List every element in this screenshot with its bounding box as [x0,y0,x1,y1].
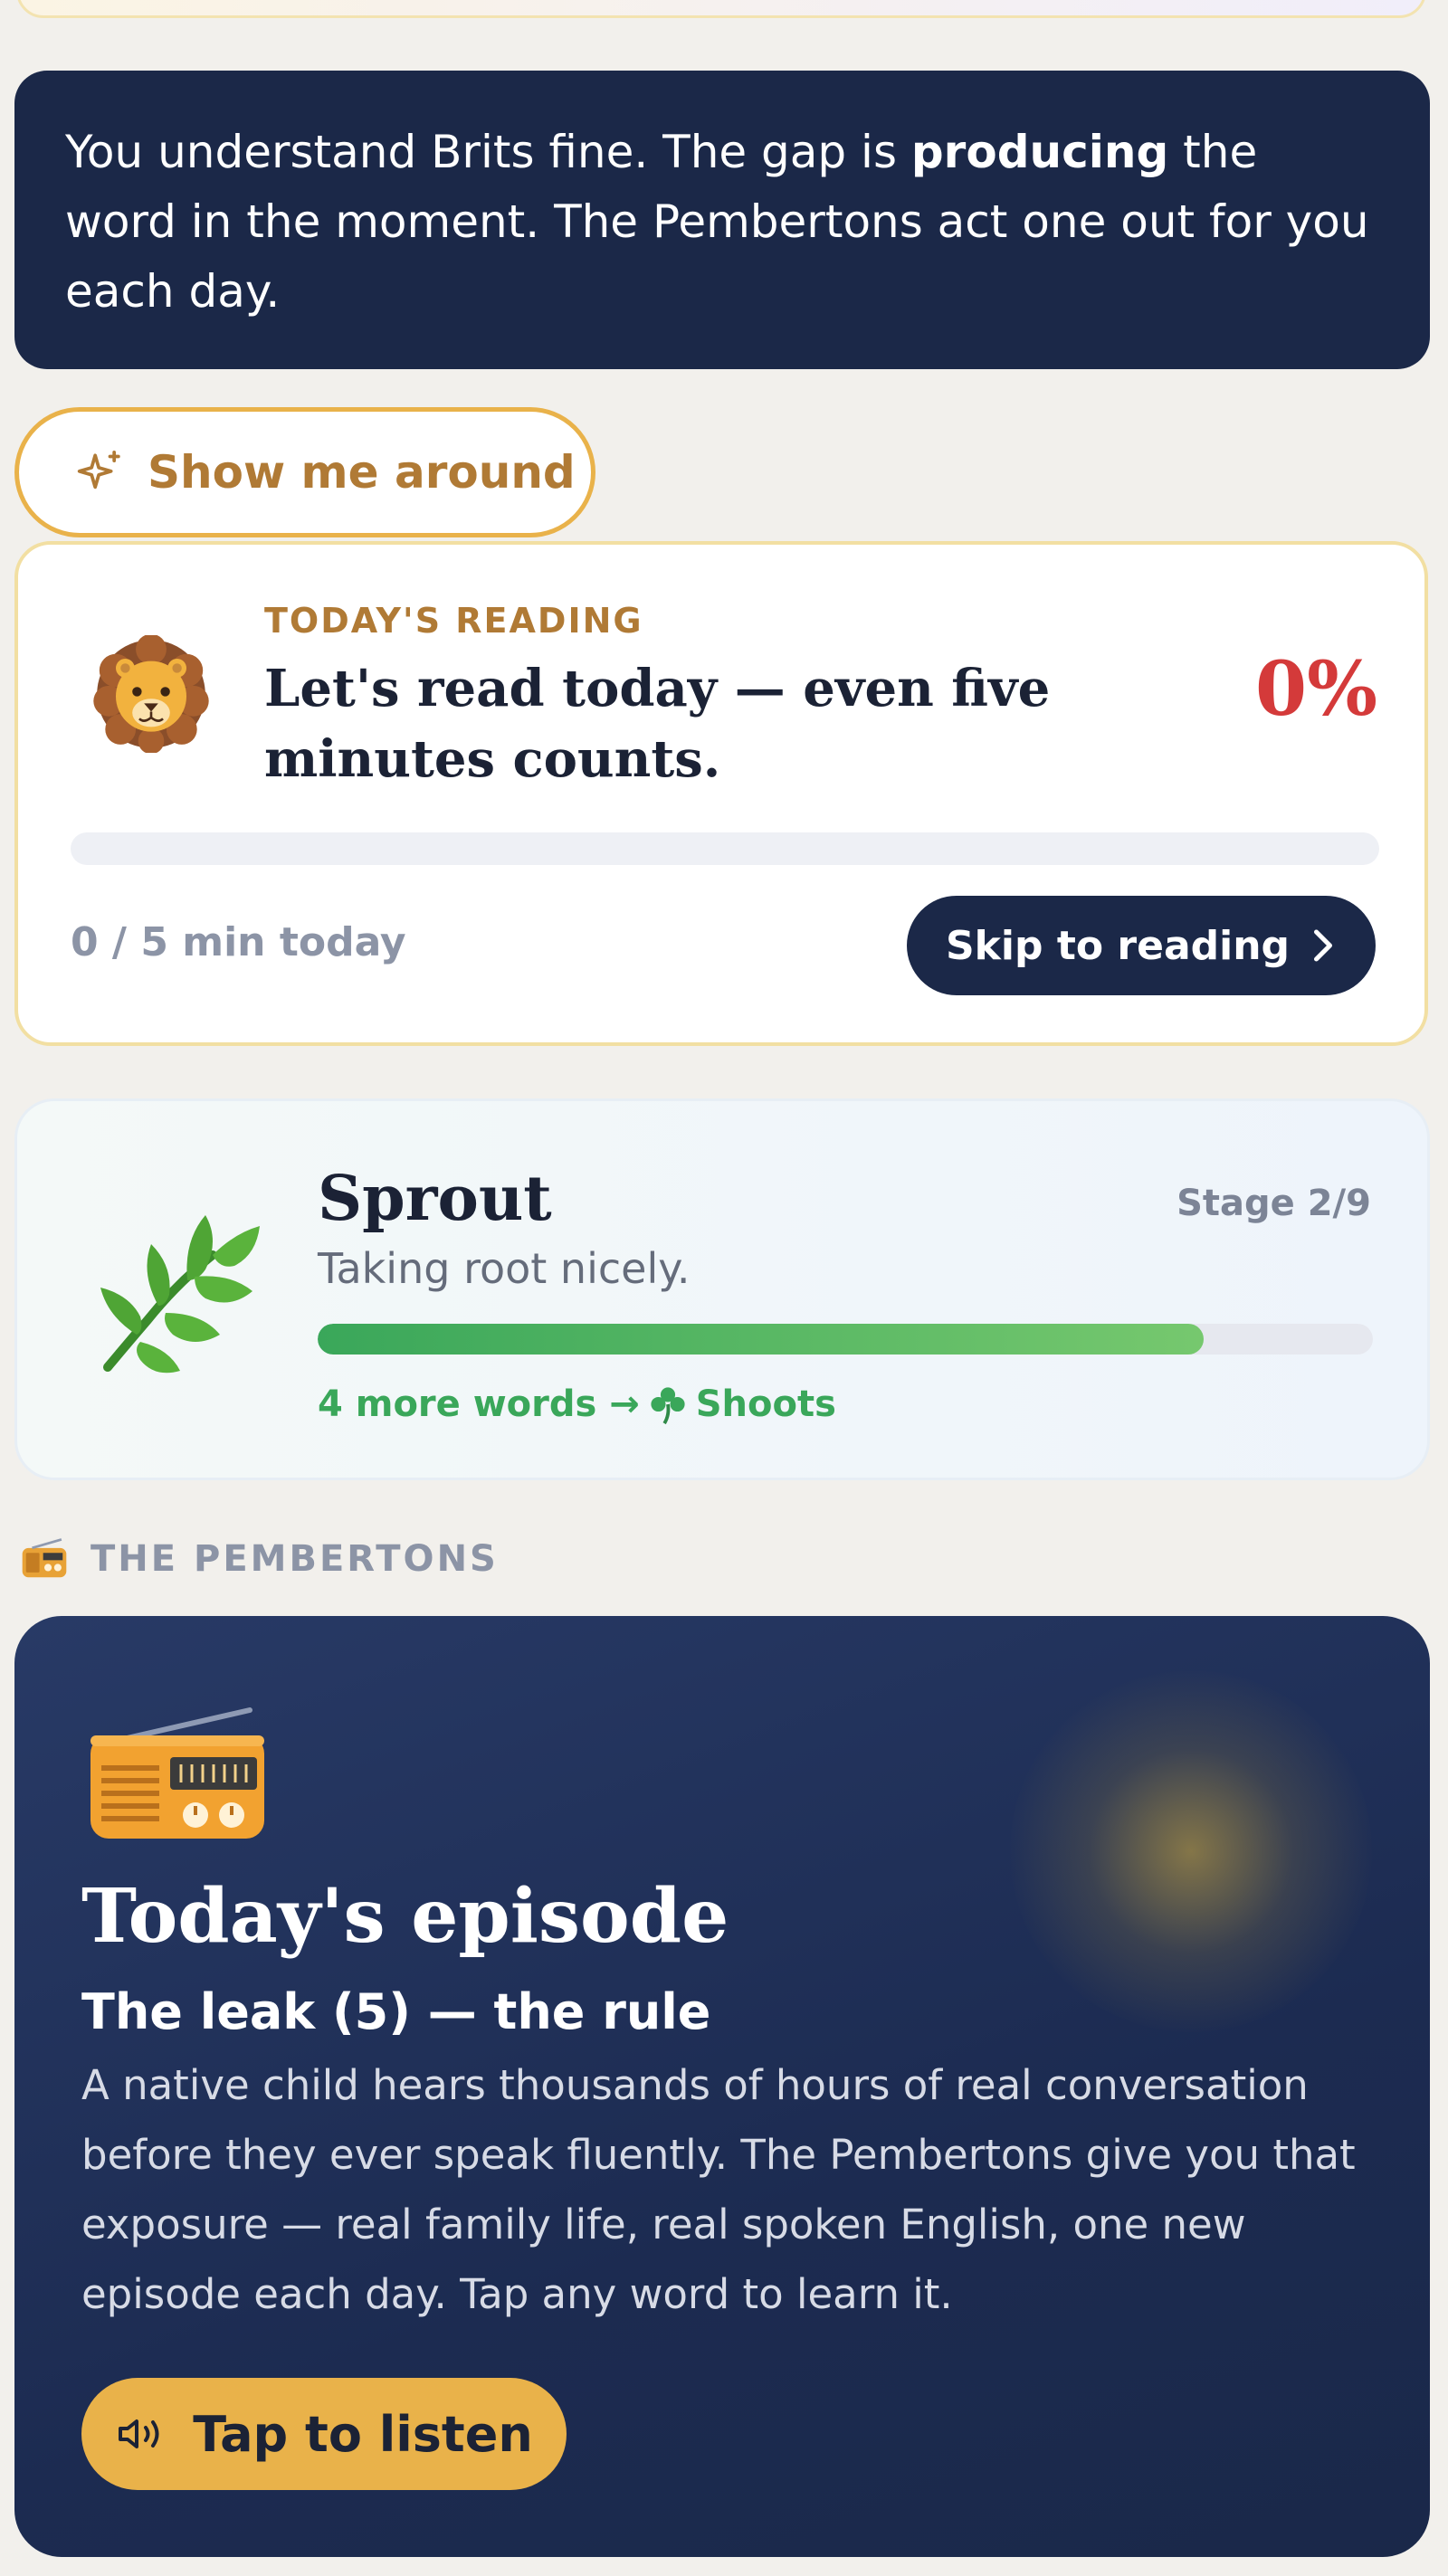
next-stage-name: Shoots [695,1383,836,1425]
reading-percent: 0% [1255,646,1377,733]
chevron-right-icon [1314,929,1333,962]
reading-title: Let's read today — even five minutes cou… [264,659,1051,789]
show-me-around-label: Show me around [148,446,576,499]
growth-stage-card: Sprout Stage 2/9 Taking root nicely. 4 m… [14,1098,1430,1480]
reading-progress-bar [71,832,1379,865]
section-label-text: THE PEMBERTONS [90,1538,499,1580]
show-me-around-button[interactable]: Show me around [14,407,595,537]
lion-icon [93,635,209,753]
sparkle-icon [77,450,120,490]
previous-card-edge [16,0,1426,18]
stage-progress-bar [318,1324,1373,1355]
todays-episode-card[interactable]: Today's episode The leak (5) — the rule … [14,1616,1430,2557]
radio-icon [22,1538,67,1578]
next-stage-hint: 4 more words → Shoots [318,1383,836,1425]
speaker-icon [119,2419,159,2448]
stage-progress-fill [318,1324,1205,1355]
herb-icon [100,1215,260,1374]
shamrock-icon [651,1387,685,1425]
episode-subtitle: The leak (5) — the rule [81,1983,711,2040]
next-stage-prefix: 4 more words → [318,1383,640,1425]
decorative-glow [1010,1670,1372,2032]
section-header-pembertons: THE PEMBERTONS [20,1538,499,1580]
radio-icon [90,1707,264,1839]
stage-number: Stage 2/9 [1176,1183,1371,1224]
intro-text: You understand Brits fine. The gap is [65,126,911,178]
tap-to-listen-button[interactable]: Tap to listen [81,2378,567,2490]
skip-to-reading-button[interactable]: Skip to reading [907,896,1376,995]
episode-description: A native child hears thousands of hours … [81,2061,1356,2318]
reading-minutes: 0 / 5 min today [71,919,406,965]
episode-title: Today's episode [81,1873,729,1960]
stage-name: Sprout [318,1163,552,1235]
intro-banner: You understand Brits fine. The gap is pr… [14,71,1430,369]
stage-description: Taking root nicely. [318,1244,691,1293]
skip-to-reading-label: Skip to reading [945,922,1291,969]
reading-kicker: TODAY'S READING [264,601,643,641]
tap-to-listen-label: Tap to listen [193,2405,533,2463]
intro-text-bold: producing [910,126,1169,178]
todays-reading-card: TODAY'S READING Let's read today — even … [14,541,1428,1046]
